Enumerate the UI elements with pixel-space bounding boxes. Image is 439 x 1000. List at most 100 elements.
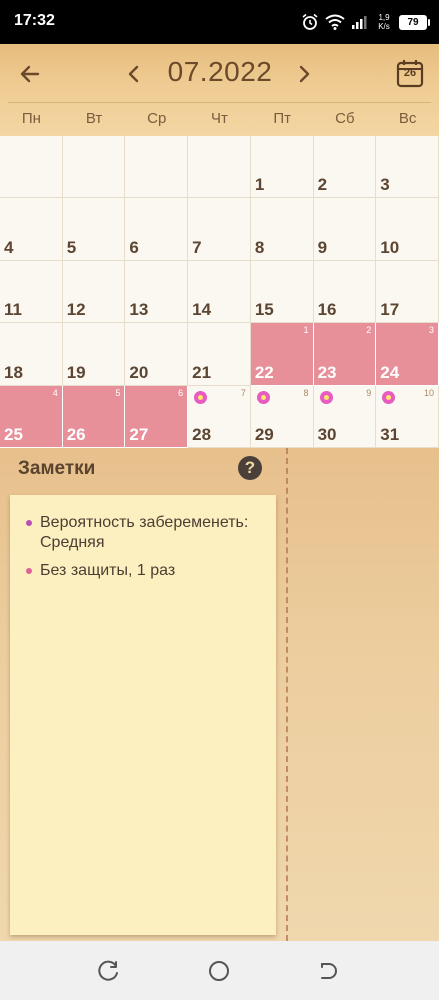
weekday-row: Пн Вт Ср Чт Пт Сб Вс (0, 106, 439, 132)
chevron-left-icon (128, 65, 139, 83)
back-icon[interactable] (316, 958, 342, 984)
day-number: 5 (66, 237, 77, 257)
day-number: 18 (4, 362, 23, 382)
day-number: 29 (254, 424, 274, 444)
calendar-day-cell[interactable]: 6 (125, 198, 189, 261)
calendar-day-cell[interactable]: 15 (250, 260, 314, 324)
cycle-day-number: 3 (428, 325, 434, 336)
month-title[interactable]: 07.2022 (150, 56, 290, 88)
calendar-day-cell[interactable]: 9 (313, 198, 377, 261)
cycle-day-number: 8 (303, 387, 309, 398)
fertility-flower-icon (256, 390, 270, 404)
alarm-icon (302, 13, 318, 30)
note-paper: Вероятность забеременеть: Средняя Без за… (10, 495, 276, 935)
calendar-day-cell[interactable]: 23 2 (313, 323, 377, 386)
weekday-label: Вт (85, 110, 103, 127)
header-divider (8, 102, 431, 103)
cycle-day-number: 5 (115, 387, 121, 398)
weekday-label: Пн (21, 110, 41, 127)
help-icon[interactable]: ? (238, 456, 262, 480)
day-number: 11 (4, 300, 22, 320)
calendar-day-cell[interactable]: 21 (188, 323, 251, 386)
day-number: 25 (4, 424, 23, 444)
day-number: 16 (317, 300, 337, 320)
calendar-day-cell[interactable]: 16 (313, 260, 377, 324)
day-number: 2 (317, 175, 328, 195)
wifi-icon (325, 14, 345, 30)
calendar-day-cell[interactable] (188, 136, 251, 199)
day-number: 3 (380, 175, 390, 195)
calendar-day-cell[interactable]: 31 10 (376, 385, 439, 448)
cycle-day-number: 1 (303, 325, 309, 336)
calendar-header: 07.2022 26 Пн Вт Ср Чт Пт Сб Вс (0, 44, 439, 136)
note-text: Без защиты, 1 раз (40, 562, 176, 579)
day-number: 27 (129, 424, 149, 444)
weekday-label: Пт (273, 110, 291, 127)
today-button[interactable]: 26 (396, 58, 424, 88)
prev-month-button[interactable] (122, 60, 146, 88)
calendar-day-cell[interactable]: 8 (250, 198, 314, 261)
day-number: 4 (4, 237, 14, 257)
calendar-day-cell[interactable]: 26 5 (62, 385, 126, 448)
calendar-day-cell[interactable]: 18 (0, 323, 63, 386)
calendar-day-cell[interactable]: 30 9 (313, 385, 377, 448)
system-nav-bar (0, 941, 439, 1000)
calendar-day-cell[interactable] (125, 136, 189, 199)
calendar-day-cell[interactable]: 4 (0, 198, 63, 261)
calendar-day-cell[interactable]: 17 (376, 260, 439, 324)
cycle-day-number: 7 (240, 387, 246, 398)
weekday-label: Ср (147, 110, 167, 127)
net-speed: 1,9 K/s (375, 13, 393, 31)
home-icon[interactable] (206, 958, 232, 984)
day-number: 17 (380, 300, 400, 320)
battery-level: 79 (407, 16, 419, 28)
calendar-day-cell[interactable]: 28 7 (188, 385, 251, 448)
back-button[interactable] (14, 58, 46, 90)
calendar-day-cell[interactable]: 10 (376, 198, 439, 261)
calendar-day-cell[interactable]: 25 4 (0, 385, 63, 448)
day-number: 24 (380, 362, 400, 382)
next-month-button[interactable] (292, 60, 316, 88)
day-number: 30 (317, 424, 337, 444)
status-time: 17:32 (14, 12, 55, 29)
calendar-day-cell[interactable] (62, 136, 126, 199)
day-number: 7 (192, 237, 202, 257)
calendar-day-cell[interactable] (0, 136, 63, 199)
day-number: 14 (192, 300, 212, 320)
net-speed-unit: K/s (378, 22, 390, 31)
day-number: 31 (380, 424, 400, 444)
weekday-label: Вс (398, 110, 417, 127)
calendar-day-cell[interactable]: 20 (125, 323, 189, 386)
calendar-day-cell[interactable]: 11 (0, 260, 63, 324)
calendar-day-cell[interactable]: 24 3 (376, 323, 439, 386)
calendar-day-cell[interactable]: 14 (188, 260, 251, 324)
notes-panel: Заметки ? Вероятность забеременеть: Сред… (0, 448, 439, 941)
calendar-day-cell[interactable]: 7 (188, 198, 251, 261)
note-item: Вероятность забеременеть: Средняя (26, 513, 270, 553)
note-bullet (26, 520, 32, 526)
calendar-day-cell[interactable]: 3 (376, 136, 439, 199)
day-number: 6 (129, 237, 139, 257)
day-number: 26 (66, 424, 86, 444)
calendar-day-cell[interactable]: 2 (313, 136, 377, 199)
day-number: 12 (66, 300, 86, 320)
calendar-day-cell[interactable]: 29 8 (250, 385, 314, 448)
fertility-flower-icon (319, 390, 333, 404)
net-speed-value: 1,9 (378, 13, 390, 22)
recent-apps-icon[interactable] (96, 958, 122, 984)
calendar-day-cell[interactable]: 13 (125, 260, 189, 324)
calendar-day-cell[interactable]: 19 (62, 323, 126, 386)
calendar-day-cell[interactable]: 22 1 (250, 323, 314, 386)
day-number: 13 (129, 300, 149, 320)
calendar-day-cell[interactable]: 27 6 (125, 385, 189, 448)
calendar-day-cell[interactable]: 12 (62, 260, 126, 324)
weekday-label: Сб (335, 110, 355, 127)
day-number: 28 (192, 424, 212, 444)
note-item: Без защиты, 1 раз (26, 561, 270, 581)
note-bullet (26, 568, 32, 574)
fertility-flower-icon (382, 390, 396, 404)
calendar-day-cell[interactable]: 5 (62, 198, 126, 261)
calendar-day-cell[interactable]: 1 (250, 136, 314, 199)
cycle-day-number: 2 (366, 325, 372, 336)
stitch-divider (286, 448, 288, 941)
